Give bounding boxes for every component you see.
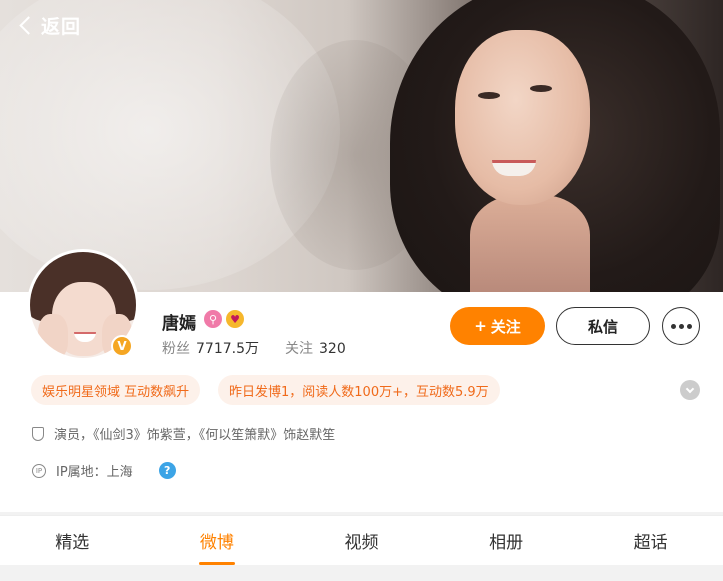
tag-yesterday-stats[interactable]: 昨日发博1，阅读人数100万+，互动数5.9万 xyxy=(218,375,500,405)
following-label: 关注 xyxy=(285,341,313,357)
shield-icon xyxy=(32,426,44,441)
more-dots-icon[interactable] xyxy=(662,307,700,345)
fans-value: 7717.5万 xyxy=(196,341,259,357)
ip-location-row: IP IP属地：上海 ? xyxy=(32,461,176,480)
plus-icon: + xyxy=(474,317,487,335)
tab-videos[interactable]: 视频 xyxy=(289,516,434,565)
verified-badge-icon: V xyxy=(111,335,133,357)
profile-name: 唐嫣 xyxy=(162,314,196,334)
fans-stat[interactable]: 粉丝 7717.5万 xyxy=(162,338,259,358)
help-icon[interactable]: ? xyxy=(158,462,176,479)
back-chevron-icon xyxy=(19,16,38,35)
message-button[interactable]: 私信 xyxy=(556,307,650,345)
tab-weibo[interactable]: 微博 xyxy=(145,516,290,565)
profile-stats: 粉丝 7717.5万 关注 320 xyxy=(162,338,346,358)
cover-photo xyxy=(0,0,723,292)
search-badge-icon[interactable]: ⚲ xyxy=(204,310,222,328)
profile-tabs: 精选 微博 视频 相册 超话 xyxy=(0,515,723,565)
expand-chevron-icon[interactable] xyxy=(680,380,700,400)
tag-trending[interactable]: 娱乐明星领域 互动数飙升 xyxy=(31,375,201,405)
follow-label: 关注 xyxy=(490,317,521,336)
back-label: 返回 xyxy=(41,16,82,38)
description-row: 演员，《仙剑3》饰紫萱，《何以笙箫默》饰赵默笙 xyxy=(32,424,335,443)
back-button[interactable]: 返回 xyxy=(18,12,81,39)
description-text: 演员，《仙剑3》饰紫萱，《何以笙箫默》饰赵默笙 xyxy=(54,428,336,443)
follow-button[interactable]: + 关注 xyxy=(450,307,545,345)
heart-eyes-badge-icon[interactable]: ♥ xyxy=(226,310,244,328)
following-value: 320 xyxy=(319,341,346,357)
tab-supertopic[interactable]: 超话 xyxy=(578,516,723,565)
ip-location-text: IP属地：上海 xyxy=(56,465,133,480)
tab-albums[interactable]: 相册 xyxy=(434,516,579,565)
tab-featured[interactable]: 精选 xyxy=(0,516,145,565)
fans-label: 粉丝 xyxy=(162,341,190,357)
following-stat[interactable]: 关注 320 xyxy=(285,338,346,358)
ip-icon: IP xyxy=(32,463,46,478)
